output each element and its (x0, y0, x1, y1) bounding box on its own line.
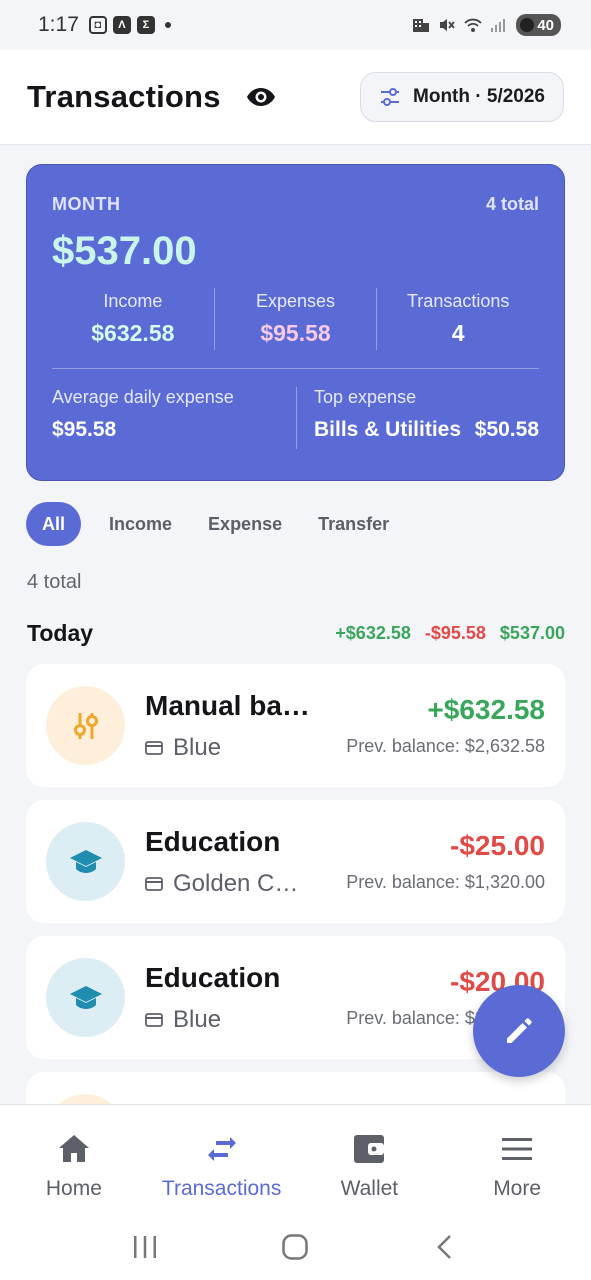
page-title: Transactions (27, 79, 221, 114)
nav-wallet[interactable]: Wallet (296, 1105, 444, 1214)
nav-transactions-label: Transactions (161, 1177, 282, 1200)
day-net-total: $537.00 (499, 623, 565, 643)
battery-level: 40 (537, 16, 554, 34)
income-stat: Income $632.58 (52, 288, 214, 350)
credit-card-icon (145, 740, 163, 755)
list-total-count: 4 total (27, 571, 82, 593)
swap-icon (207, 1137, 236, 1161)
category-icon (46, 686, 125, 765)
nav-home-label: Home (45, 1177, 102, 1200)
transaction-amount: +$632.58 (427, 694, 545, 725)
app-icon: Λ (112, 16, 131, 34)
transaction-card[interactable]: Education Golden Card -$25.00 Prev. bala… (26, 800, 565, 923)
transaction-title: Education (145, 961, 281, 993)
battery-saver-icon (520, 18, 535, 32)
nav-wallet-label: Wallet (340, 1177, 399, 1200)
transactions-stat: Transactions 4 (376, 288, 539, 350)
signal-icon (491, 19, 506, 32)
day-label: Today (27, 620, 94, 646)
top-expense-category: Bills & Utilities (314, 418, 462, 441)
transaction-title: Education (145, 825, 281, 857)
back-icon[interactable] (432, 1233, 460, 1261)
transaction-title: Manual balance adjustment (145, 689, 310, 721)
status-notification-icons: ◘ Λ Σ (88, 16, 171, 34)
status-time: 1:17 (38, 13, 79, 36)
summary-stats: Income $632.58 Expenses $95.58 Transacti… (52, 288, 539, 350)
day-expense-total: -$95.58 (424, 623, 486, 643)
transaction-account: Blue (173, 733, 222, 761)
nav-more-label: More (493, 1177, 542, 1200)
transaction-account: Blue (173, 1005, 222, 1033)
income-label: Income (103, 291, 163, 311)
summary-card: MONTH 4 total $537.00 Income $632.58 Exp… (26, 164, 565, 481)
filter-chip-all[interactable]: All (26, 502, 82, 546)
nav-transactions[interactable]: Transactions (148, 1105, 296, 1214)
expenses-value: $95.58 (260, 320, 331, 346)
day-group-header: Today +$632.58 -$95.58 $537.00 (27, 620, 565, 647)
adjust-icon (73, 712, 98, 739)
recent-apps-icon[interactable] (131, 1234, 159, 1260)
bottom-navigation: Home Transactions Wallet More (0, 1104, 591, 1214)
category-icon (46, 958, 125, 1037)
home-icon (58, 1135, 89, 1162)
filter-chip-expense[interactable]: Expense (190, 502, 300, 546)
transaction-card[interactable]: Manual balance adjustment Blue +$632.58 … (26, 664, 565, 787)
screenshot-icon: ◘ (88, 16, 107, 34)
summary-count: 4 total (485, 194, 539, 214)
transaction-amount: -$25.00 (450, 830, 545, 861)
period-filter-button[interactable]: Month · 5/2026 (360, 72, 564, 122)
sigma-icon: Σ (136, 16, 155, 34)
summary-period: MONTH (52, 194, 121, 214)
summary-divider (52, 368, 539, 369)
expenses-stat: Expenses $95.58 (213, 288, 377, 350)
previous-balance: Prev. balance: $2,632.58 (346, 736, 545, 756)
filter-chip-income[interactable]: Income (91, 502, 190, 546)
status-system-icons: 40 (412, 14, 561, 36)
tune-icon (381, 88, 400, 106)
expenses-label: Expenses (255, 291, 336, 311)
eye-icon[interactable] (245, 85, 277, 109)
day-totals: +$632.58 -$95.58 $537.00 (335, 623, 565, 644)
battery-icon: 40 (516, 14, 561, 36)
previous-balance: Prev. balance: $1,320.00 (346, 872, 545, 892)
top-expense-label: Top expense (314, 387, 417, 407)
category-icon (46, 822, 125, 901)
app-header: Transactions Month · 5/2026 (0, 50, 591, 145)
status-bar: 1:17 ◘ Λ Σ 40 (0, 0, 591, 50)
top-expense: Top expense Bills & Utilities $50.58 (297, 387, 539, 449)
average-daily-expense: Average daily expense $95.58 (52, 387, 297, 449)
menu-icon (502, 1138, 533, 1160)
wallet-icon (354, 1135, 385, 1163)
credit-card-icon (145, 1012, 163, 1027)
avg-expense-label: Average daily expense (52, 387, 234, 407)
credit-card-icon (145, 876, 163, 891)
graduation-cap-icon (69, 849, 102, 873)
mute-icon (440, 19, 456, 31)
system-navigation-bar (0, 1214, 591, 1280)
dot-icon (164, 22, 171, 28)
summary-net-amount: $537.00 (52, 229, 197, 273)
top-expense-amount: $50.58 (474, 418, 539, 441)
nav-home[interactable]: Home (0, 1105, 148, 1214)
transaction-account: Golden Card (173, 869, 303, 897)
filter-chip-transfer[interactable]: Transfer (300, 502, 407, 546)
day-income-total: +$632.58 (335, 623, 411, 643)
transactions-value: 4 (451, 320, 465, 346)
transactions-label: Transactions (406, 291, 510, 311)
add-transaction-button[interactable] (473, 985, 565, 1077)
period-label: Month · 5/2026 (413, 86, 545, 107)
type-filter-chips: All Income Expense Transfer (26, 502, 407, 546)
wifi-icon (464, 18, 482, 32)
avg-expense-value: $95.58 (52, 418, 117, 441)
graduation-cap-icon (69, 985, 102, 1009)
home-button-icon[interactable] (281, 1233, 309, 1261)
edit-pencil-icon (507, 1018, 532, 1043)
nav-more[interactable]: More (443, 1105, 591, 1214)
income-value: $632.58 (91, 320, 175, 346)
hotel-icon (413, 19, 430, 32)
